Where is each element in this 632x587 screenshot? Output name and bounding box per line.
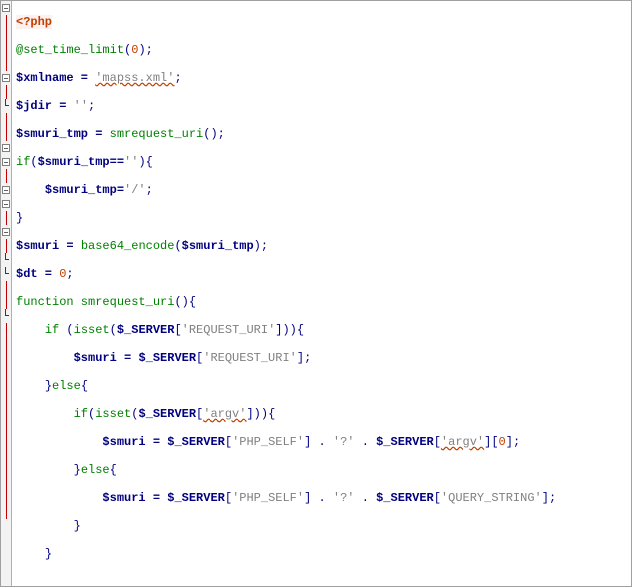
fold-toggle[interactable]	[2, 200, 10, 208]
fold-toggle[interactable]	[2, 144, 10, 152]
fold-toggle[interactable]	[2, 158, 10, 166]
php-open-tag: <?php	[16, 15, 52, 29]
code-area[interactable]: <?php @set_time_limit(0); $xmlname = 'ma…	[12, 1, 631, 586]
fold-toggle[interactable]	[2, 4, 10, 12]
fold-gutter	[1, 1, 12, 586]
fold-toggle[interactable]	[2, 228, 10, 236]
fold-toggle[interactable]	[2, 186, 10, 194]
fold-toggle[interactable]	[2, 74, 10, 82]
code-editor: <?php @set_time_limit(0); $xmlname = 'ma…	[0, 0, 632, 587]
